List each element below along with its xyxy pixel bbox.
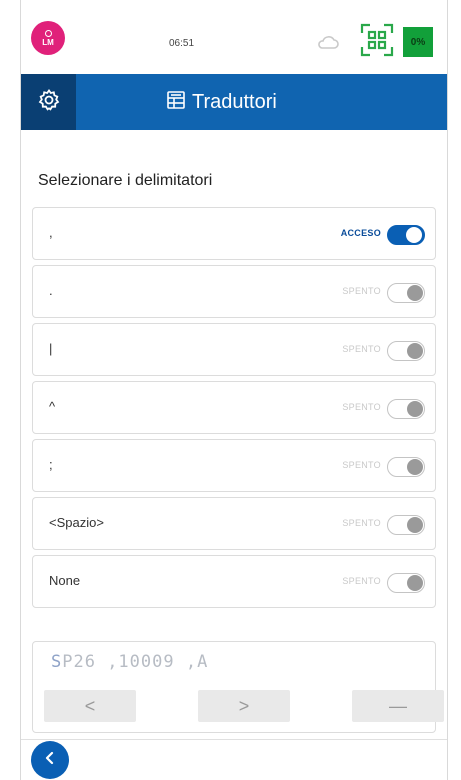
toggle-state-label: SPENTO	[342, 460, 381, 470]
translator-icon	[166, 90, 192, 115]
toggle-state-label: SPENTO	[342, 402, 381, 412]
delimiter-row-period[interactable]: . SPENTO	[32, 265, 436, 318]
status-bar: LM 06:51 0%	[21, 0, 447, 74]
delimiter-label: ;	[49, 457, 53, 472]
delimiter-label: None	[49, 573, 81, 588]
delimiter-label: <Spazio>	[49, 515, 104, 530]
toggle-knob	[406, 227, 422, 243]
preview-text-rest: P26 ,10009 ,A	[62, 652, 209, 672]
page-title-text: Traduttori	[192, 90, 277, 113]
preview-text: SP26 ,10009 ,A	[51, 652, 208, 672]
toggle-state-label: ACCESO	[340, 228, 381, 238]
page-title: Traduttori	[166, 88, 277, 116]
toggle-knob	[407, 285, 423, 301]
delimiter-list: , ACCESO . SPENTO | SPENTO ^ SPENTO ; SP…	[32, 207, 436, 613]
toggle-switch[interactable]	[387, 573, 425, 593]
person-icon	[44, 29, 52, 37]
footer-divider	[21, 739, 447, 740]
delimiter-row-pipe[interactable]: | SPENTO	[32, 323, 436, 376]
delimiter-row-space[interactable]: <Spazio> SPENTO	[32, 497, 436, 550]
delimiter-preview: SP26 ,10009 ,A < > —	[32, 641, 444, 733]
delimiter-row-caret[interactable]: ^ SPENTO	[32, 381, 436, 434]
toggle-knob	[407, 517, 423, 533]
delimiter-label: ,	[49, 225, 53, 240]
delimiter-label: |	[49, 341, 53, 356]
toggle-state-label: SPENTO	[342, 286, 381, 296]
back-button[interactable]	[31, 741, 69, 779]
delimiter-row-none[interactable]: None SPENTO	[32, 555, 436, 608]
toggle-switch[interactable]	[387, 399, 425, 419]
settings-button[interactable]	[21, 74, 76, 130]
cloud-icon	[317, 36, 339, 55]
avatar[interactable]: LM	[31, 21, 65, 55]
next-button[interactable]: >	[198, 690, 290, 722]
app-frame: LM 06:51 0% Traduttori Selezionare i del…	[20, 0, 448, 780]
toggle-switch[interactable]	[387, 515, 425, 535]
delimiter-row-comma[interactable]: , ACCESO	[32, 207, 436, 260]
toggle-state-label: SPENTO	[342, 344, 381, 354]
gear-icon	[37, 88, 61, 117]
toggle-state-label: SPENTO	[342, 576, 381, 586]
toggle-switch[interactable]	[387, 341, 425, 361]
toggle-switch[interactable]	[387, 457, 425, 477]
previous-button[interactable]: <	[44, 690, 136, 722]
toggle-state-label: SPENTO	[342, 518, 381, 528]
delimiter-row-semicolon[interactable]: ; SPENTO	[32, 439, 436, 492]
chevron-left-icon	[43, 751, 57, 770]
section-title: Selezionare i delimitatori	[38, 172, 213, 189]
toggle-switch[interactable]	[387, 225, 425, 245]
toggle-knob	[407, 401, 423, 417]
qr-scan-icon[interactable]	[360, 23, 394, 62]
preview-cursor-char: S	[51, 652, 63, 672]
toggle-switch[interactable]	[387, 283, 425, 303]
battery-indicator: 0%	[403, 27, 433, 57]
toggle-knob	[407, 575, 423, 591]
toggle-knob	[407, 343, 423, 359]
clear-button[interactable]: —	[352, 690, 444, 722]
toggle-knob	[407, 459, 423, 475]
app-header: Traduttori	[21, 74, 447, 130]
delimiter-label: ^	[49, 399, 56, 414]
delimiter-label: .	[49, 283, 53, 298]
clock-time: 06:51	[169, 38, 195, 49]
avatar-initials: LM	[42, 37, 54, 47]
